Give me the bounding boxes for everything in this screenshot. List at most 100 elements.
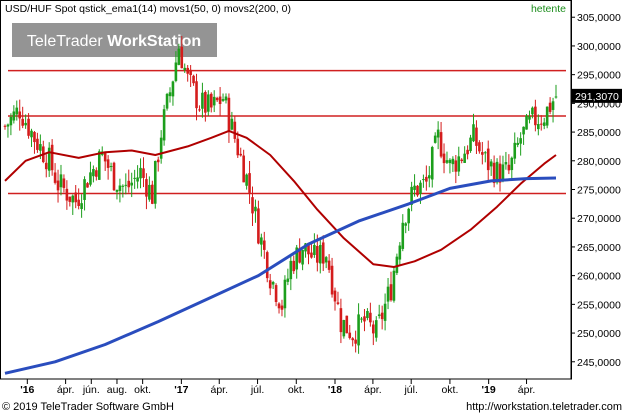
candle-body	[539, 123, 543, 125]
x-tick-label: '18	[328, 384, 342, 396]
candle-body	[24, 122, 27, 126]
candle-body	[442, 153, 446, 164]
candle-body	[398, 245, 402, 260]
candle-body	[363, 316, 366, 322]
candle-body	[413, 185, 416, 190]
candle-body	[121, 185, 125, 187]
candle-body	[251, 197, 254, 214]
candle-body	[407, 208, 410, 224]
candle-body	[89, 172, 92, 185]
candle-body	[80, 203, 83, 209]
candle-body	[283, 279, 287, 309]
candle-body	[339, 308, 343, 333]
candle-body	[33, 132, 36, 143]
candle-body	[62, 178, 66, 188]
candle-body	[218, 96, 222, 105]
candle-body	[519, 138, 522, 144]
candle-body	[481, 152, 484, 155]
x-tick-label: jún.	[82, 384, 100, 396]
candle-body	[316, 246, 319, 263]
candle-body	[192, 75, 195, 84]
y-tick-label: 305,0000	[577, 12, 621, 24]
x-tick-label: ápr.	[518, 384, 536, 396]
candle-body	[156, 159, 160, 163]
y-tick-label: 245,0000	[577, 357, 621, 369]
candle-body	[230, 118, 234, 130]
candle-body	[12, 111, 16, 121]
candle-body	[9, 116, 13, 126]
website-link[interactable]: http://workstation.teletrader.com	[466, 401, 622, 413]
candle-body	[44, 162, 48, 170]
candle-body	[436, 129, 440, 138]
candle-body	[224, 96, 228, 101]
candle-body	[354, 339, 357, 344]
copyright-text: © 2019 TeleTrader Software GmbH	[2, 401, 174, 413]
candle-body	[489, 161, 493, 167]
candle-body	[469, 137, 472, 152]
x-tick-label: ápr.	[57, 384, 75, 396]
candle-body	[386, 286, 390, 302]
candle-body	[510, 157, 514, 171]
candle-body	[171, 81, 175, 97]
chart-window: TeleTrader WorkStation 245,0000 250,0000 2…	[0, 0, 624, 417]
candle-body	[342, 320, 346, 337]
candle-body	[389, 284, 393, 301]
candle-body	[151, 184, 154, 204]
candle-body	[262, 240, 266, 250]
candle-body	[136, 177, 139, 182]
x-tick-label: '16	[20, 384, 34, 396]
candle-body	[174, 62, 178, 81]
candle-body	[366, 311, 369, 319]
candle-body	[274, 285, 278, 303]
x-tick-label: ápr.	[364, 384, 382, 396]
candle-body	[95, 170, 98, 177]
candle-body	[374, 320, 378, 338]
candle-body	[289, 260, 293, 280]
candle-body	[377, 314, 381, 316]
candle-body	[369, 312, 372, 323]
candle-body	[313, 245, 316, 256]
candle-body	[221, 99, 225, 101]
candle-body	[348, 332, 352, 339]
candle-body	[504, 162, 508, 165]
candle-body	[215, 97, 219, 101]
candle-body	[427, 175, 431, 179]
candle-body	[56, 180, 60, 191]
candle-body	[168, 92, 172, 97]
candle-body	[324, 257, 328, 263]
candle-body	[86, 183, 89, 188]
candle-body	[27, 118, 30, 136]
y-tick-label: 255,0000	[577, 299, 621, 311]
candle-body	[177, 48, 181, 65]
x-tick-label: okt.	[441, 384, 458, 396]
candle-body	[180, 46, 184, 69]
y-tick-label: 260,0000	[577, 271, 621, 283]
candle-body	[280, 305, 284, 310]
candle-body	[148, 184, 151, 200]
candle-body	[422, 179, 425, 181]
candle-body	[18, 111, 22, 119]
y-tick-label: 285,0000	[577, 127, 621, 139]
candle-body	[507, 164, 511, 171]
candle-body	[77, 199, 80, 207]
candle-body	[118, 185, 122, 191]
candle-body	[301, 249, 304, 265]
candle-body	[195, 81, 198, 109]
candle-body	[475, 127, 478, 146]
candle-body	[380, 312, 384, 320]
candle-body	[227, 97, 231, 131]
candle-body	[257, 208, 260, 244]
y-tick-label: 275,0000	[577, 185, 621, 197]
candle-body	[336, 302, 340, 304]
y-tick-label: 265,0000	[577, 242, 621, 254]
candle-body	[201, 92, 204, 109]
watermark-text: TeleTrader WorkStation	[27, 33, 201, 50]
candle-body	[318, 244, 322, 264]
candle-body	[53, 172, 57, 183]
candle-body	[15, 107, 19, 115]
x-tick-label: '19	[482, 384, 496, 396]
candle-body	[439, 132, 443, 157]
candle-body	[242, 155, 245, 183]
y-tick-label: 280,0000	[577, 156, 621, 168]
candle-body	[345, 315, 349, 334]
